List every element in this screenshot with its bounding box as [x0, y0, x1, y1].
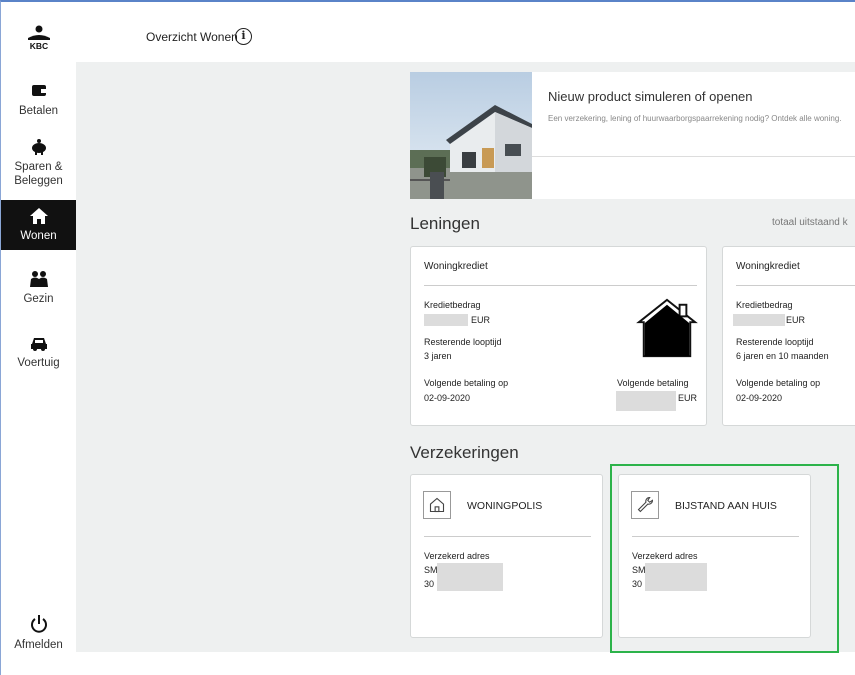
kbc-logo[interactable]: KBC [23, 24, 55, 50]
amount-currency: EUR [786, 315, 806, 325]
sidebar-item-label: Voertuig [17, 357, 60, 369]
total-outstanding-label: totaal uitstaand k [772, 217, 848, 228]
sidebar-item-sparen[interactable]: Sparen & Beleggen [1, 134, 76, 190]
svg-text:KBC: KBC [30, 41, 48, 50]
sidebar-item-betalen[interactable]: Betalen [1, 78, 76, 118]
divider [532, 156, 855, 157]
loan-card-title: Woningkrediet [736, 261, 800, 272]
sidebar: KBC Betalen Sparen & Beleggen Wonen Gezi… [1, 2, 76, 675]
amount-label: Kredietbedrag [736, 300, 793, 310]
home-outline-icon [423, 491, 451, 519]
wallet-icon [31, 85, 47, 96]
power-icon [30, 615, 47, 633]
section-title-leningen: Leningen [410, 214, 480, 233]
address-line-1: SM [424, 565, 438, 575]
piggy-bank-icon [31, 139, 46, 155]
divider [424, 285, 697, 286]
house-icon [29, 208, 48, 224]
insurance-card-woningpolis[interactable]: WONINGPOLIS Verzekerd adres SM 30 [410, 474, 603, 638]
house-photo [410, 72, 532, 199]
sidebar-item-wonen[interactable]: Wonen [1, 200, 76, 250]
sidebar-item-gezin[interactable]: Gezin [1, 268, 76, 308]
section-title-verzekeringen: Verzekeringen [410, 443, 519, 462]
divider [736, 285, 855, 286]
house-outline-icon [636, 298, 698, 358]
logout-button[interactable]: Afmelden [1, 612, 76, 658]
sidebar-item-label: Gezin [23, 293, 54, 305]
term-value: 3 jaren [424, 351, 452, 361]
next-payment-date: 02-09-2020 [736, 393, 783, 403]
term-label: Resterende looptijd [736, 337, 814, 347]
logout-label: Afmelden [14, 639, 63, 651]
next-payment-label: Volgende betaling op [424, 378, 509, 388]
next-payment-label: Volgende betaling op [736, 378, 821, 388]
promo-text: Een verzekering, lening of huurwaarborgs… [548, 114, 842, 123]
amount-currency: EUR [471, 315, 491, 325]
redacted-address [437, 563, 503, 591]
insured-address-label: Verzekerd adres [424, 551, 490, 561]
redacted-payment [616, 391, 676, 411]
sidebar-item-label: Wonen [20, 230, 57, 242]
next-payment-date: 02-09-2020 [424, 393, 471, 403]
info-icon[interactable]: i [235, 28, 252, 45]
promo-title: Nieuw product simuleren of openen [548, 89, 753, 104]
redacted-amount [424, 314, 468, 326]
term-value: 6 jaren en 10 maanden [736, 351, 829, 361]
promo-card[interactable]: Nieuw product simuleren of openen Een ve… [410, 72, 855, 199]
loan-card-title: Woningkrediet [424, 261, 488, 272]
term-label: Resterende looptijd [424, 337, 502, 347]
family-icon [29, 271, 48, 287]
sidebar-item-voertuig[interactable]: Voertuig [1, 332, 76, 372]
page-title: Overzicht Wonen [146, 30, 238, 44]
sidebar-item-label-2: Beleggen [14, 175, 63, 187]
divider [424, 536, 591, 537]
loan-card-1[interactable]: Woningkrediet Kredietbedrag EUR Resteren… [410, 246, 707, 426]
redacted-amount [733, 314, 785, 326]
address-line-2: 30 [424, 579, 435, 589]
sidebar-item-label: Betalen [18, 105, 58, 117]
loan-card-2[interactable]: Woningkrediet Kredietbedrag EUR Resteren… [722, 246, 855, 426]
car-icon [30, 338, 47, 351]
amount-label: Kredietbedrag [424, 300, 481, 310]
highlight-box [610, 464, 839, 653]
insurance-card-title: WONINGPOLIS [467, 500, 543, 512]
sidebar-item-label: Sparen & [14, 161, 63, 173]
next-payment-currency: EUR [678, 393, 698, 403]
next-payment-amount-label: Volgende betaling [617, 378, 689, 388]
